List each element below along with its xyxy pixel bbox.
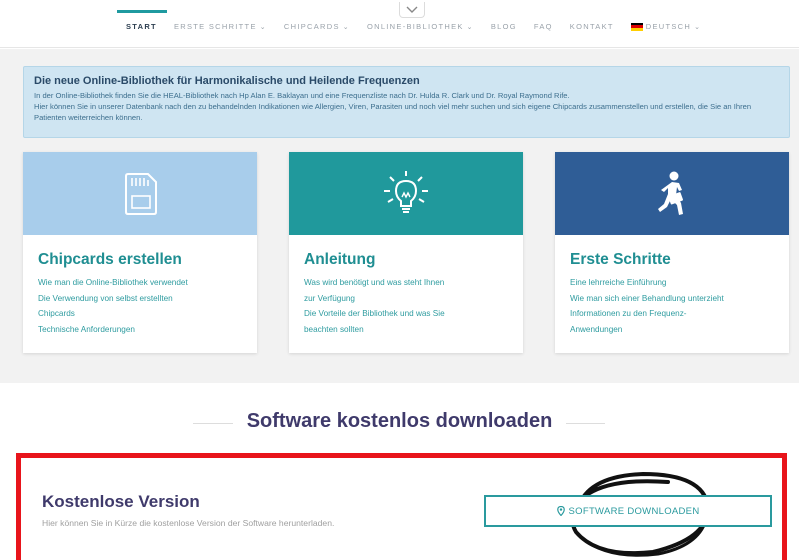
info-text-line: In der Online-Bibliothek finden Sie die … <box>34 91 570 100</box>
card-link[interactable]: beachten sollten <box>304 322 508 338</box>
language-selector[interactable]: DEUTSCH ⌄ <box>630 22 702 31</box>
map-pin-icon <box>556 506 565 516</box>
download-button-label: SOFTWARE DOWNLOADEN <box>568 505 700 517</box>
card-title: Erste Schritte <box>570 251 671 268</box>
nav-item-label: START <box>126 22 157 31</box>
card-erste-schritte[interactable]: Erste Schritte Eine lehrreiche Einführun… <box>555 152 789 353</box>
nav-item-chipcards[interactable]: CHIPCARDS ⌄ <box>284 22 350 31</box>
nav-item-kontakt[interactable]: KONTAKT <box>570 22 614 31</box>
card-anleitung[interactable]: Anleitung Was wird benötigt und was steh… <box>289 152 523 353</box>
card-link[interactable]: Wie man die Online-Bibliothek verwendet <box>38 275 242 291</box>
nav-item-blog[interactable]: BLOG <box>491 22 517 31</box>
card-title: Anleitung <box>304 251 376 268</box>
language-label: DEUTSCH <box>645 22 692 31</box>
chevron-down-icon: ⌄ <box>342 23 350 31</box>
nav-item-online-bibliothek[interactable]: ONLINE-BIBLIOTHEK ⌄ <box>367 22 474 31</box>
card-link[interactable]: Eine lehrreiche Einführung <box>570 275 774 291</box>
top-navigation: START ERSTE SCHRITTE ⌄ CHIPCARDS ⌄ ONLINE-… <box>0 0 799 48</box>
card-link[interactable]: Technische Anforderungen <box>38 322 242 338</box>
nav-item-erste-schritte[interactable]: ERSTE SCHRITTE ⌄ <box>174 22 267 31</box>
info-title: Die neue Online-Bibliothek für Harmonika… <box>34 75 420 87</box>
nav-item-label: BLOG <box>490 22 517 31</box>
card-link[interactable]: Informationen zu den Frequenz- <box>570 306 774 322</box>
section-title: Software kostenlos downloaden <box>232 410 567 433</box>
chevron-down-icon: ⌄ <box>259 23 267 31</box>
card-link[interactable]: zur Verfügung <box>304 291 508 307</box>
card-header <box>555 152 789 235</box>
nav-item-label: KONTAKT <box>569 22 614 31</box>
card-link[interactable]: Was wird benötigt und was steht Ihnen <box>304 275 508 291</box>
nav-item-label: ERSTE SCHRITTE <box>173 22 257 31</box>
nav-item-label: CHIPCARDS <box>283 22 340 31</box>
card-header <box>289 152 523 235</box>
card-link[interactable]: Wie man sich einer Behandlung unterzieht <box>570 291 774 307</box>
nav-item-label: FAQ <box>533 22 553 31</box>
download-section-heading: Software kostenlos downloaden <box>0 410 799 433</box>
chevron-down-icon: ⌄ <box>694 23 702 31</box>
info-text-line: Hier können Sie in unserer Datenbank nac… <box>34 102 752 122</box>
nav-item-start[interactable]: START <box>126 22 157 31</box>
nav-active-indicator <box>117 10 167 13</box>
nav-item-faq[interactable]: FAQ <box>534 22 553 31</box>
card-link[interactable]: Chipcards <box>38 306 242 322</box>
card-header <box>23 152 257 235</box>
chevron-down-icon <box>406 6 418 13</box>
walking-businessman-icon <box>658 171 684 215</box>
software-download-button[interactable]: SOFTWARE DOWNLOADEN <box>484 495 772 527</box>
feature-section: Die neue Online-Bibliothek für Harmonika… <box>0 49 799 383</box>
nav-collapse-toggle[interactable] <box>399 2 425 18</box>
card-title: Chipcards erstellen <box>38 251 182 268</box>
chevron-down-icon: ⌄ <box>466 23 474 31</box>
card-link[interactable]: Die Vorteile der Bibliothek und was Sie <box>304 306 508 322</box>
download-subtitle: Hier können Sie in Kürze die kostenlose … <box>42 518 335 528</box>
card-link[interactable]: Anwendungen <box>570 322 774 338</box>
card-link[interactable]: Die Verwendung von selbst erstellten <box>38 291 242 307</box>
sd-card-icon <box>125 172 157 215</box>
free-version-box: Kostenlose Version Hier können Sie in Kü… <box>16 453 787 560</box>
nav-menu: START ERSTE SCHRITTE ⌄ CHIPCARDS ⌄ ONLINE-… <box>126 22 718 31</box>
nav-item-label: ONLINE-BIBLIOTHEK <box>366 22 464 31</box>
download-title: Kostenlose Version <box>42 492 200 511</box>
info-banner: Die neue Online-Bibliothek für Harmonika… <box>23 66 790 138</box>
lightbulb-icon <box>384 170 428 213</box>
flag-germany-icon <box>630 22 643 31</box>
card-chipcards-erstellen[interactable]: Chipcards erstellen Wie man die Online-B… <box>23 152 257 353</box>
